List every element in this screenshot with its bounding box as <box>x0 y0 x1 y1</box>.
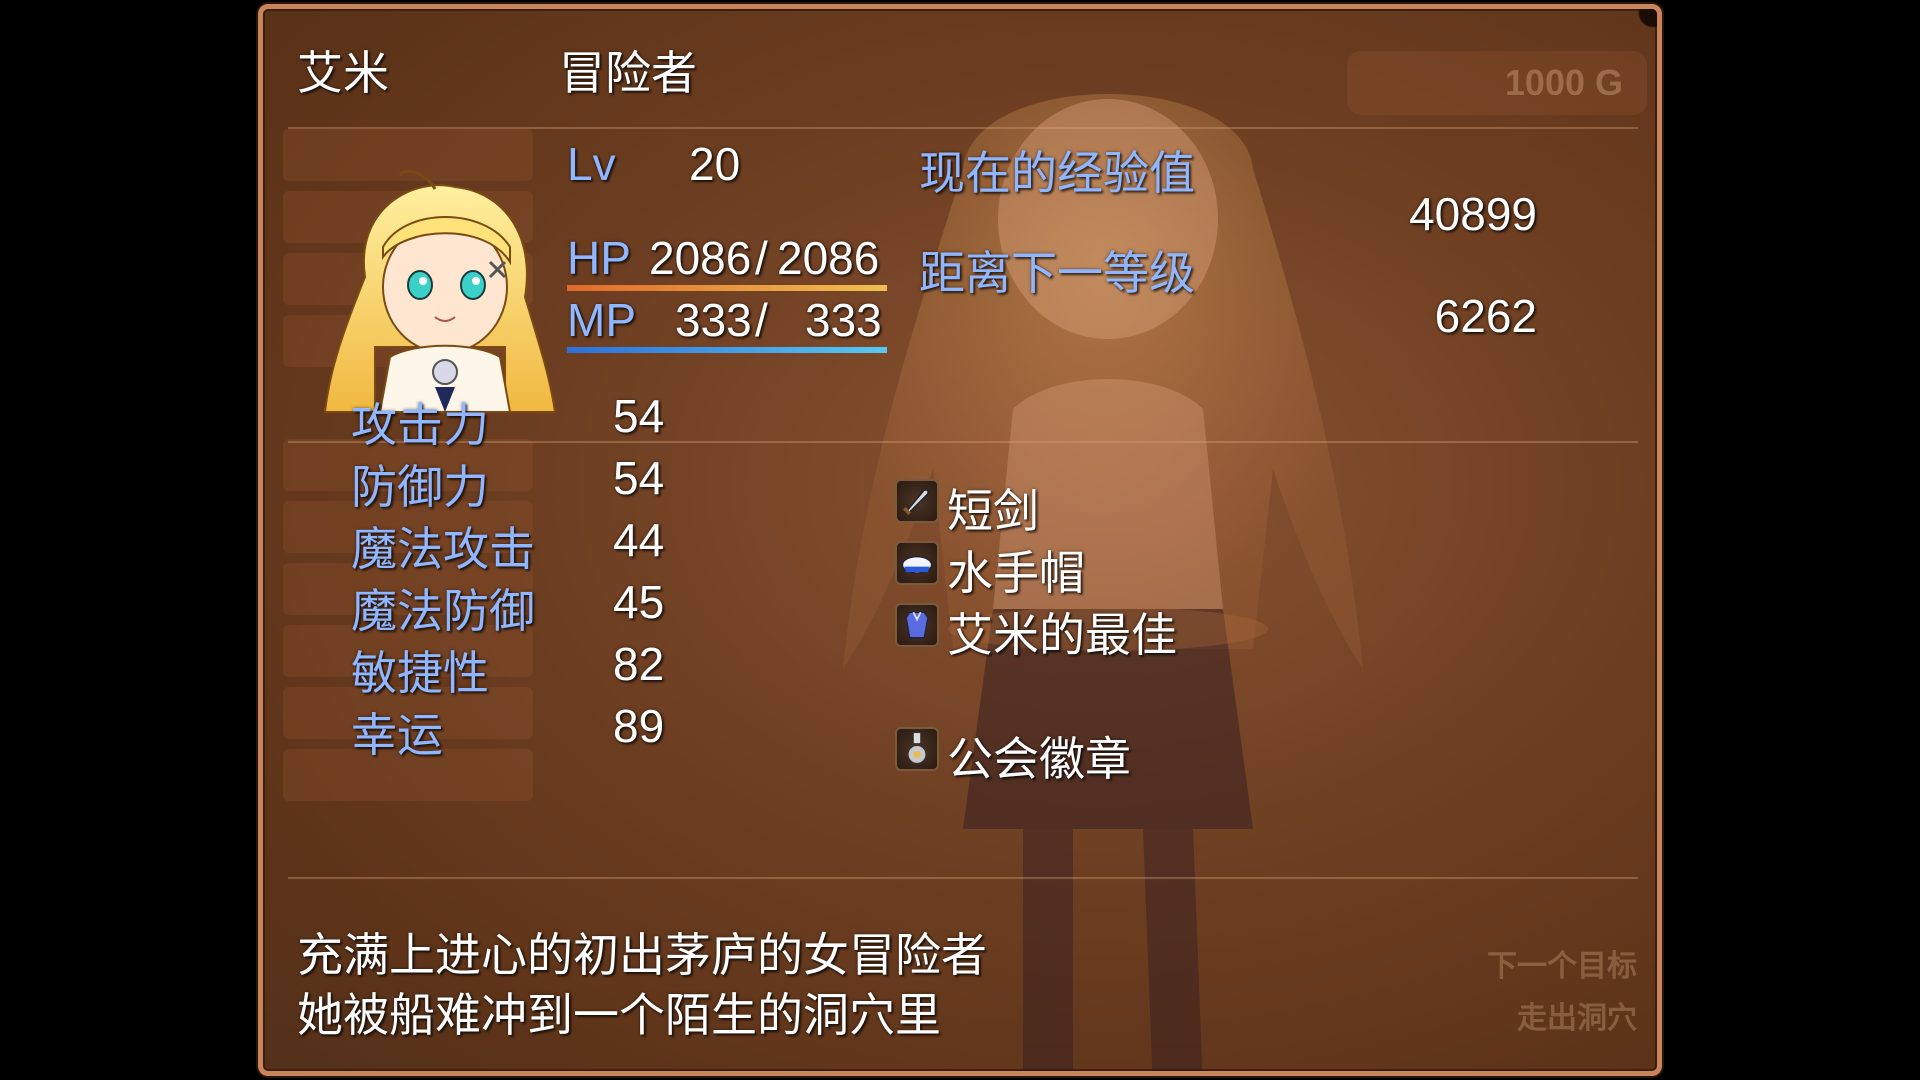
next-level-exp-label: 距离下一等级 <box>919 246 1195 300</box>
outfit-icon <box>895 603 939 647</box>
stat-value: 82 <box>613 638 665 690</box>
stat-label: 敏捷性 <box>351 646 489 700</box>
guild-badge-icon <box>895 727 939 771</box>
equipment-name: 短剑 <box>947 484 1039 538</box>
character-class: 冒险者 <box>559 46 697 100</box>
mp-max: 333 <box>805 294 882 346</box>
game-screen: 1000 G 下一个目标 走出洞穴 艾米 冒险者 Lv 20 HP 2086 /… <box>0 0 1920 1080</box>
mp-gauge-fill <box>567 347 887 353</box>
mp-separator: / <box>755 294 768 346</box>
mp-gauge-track <box>567 347 887 353</box>
divider <box>288 877 1638 879</box>
stat-value: 54 <box>613 390 665 442</box>
hp-separator: / <box>755 232 768 284</box>
current-exp-label: 现在的经验值 <box>919 146 1195 200</box>
status-window: 1000 G 下一个目标 走出洞穴 艾米 冒险者 Lv 20 HP 2086 /… <box>258 4 1662 1076</box>
background-gold-display: 1000 G <box>1347 51 1647 115</box>
sailor-hat-icon <box>895 541 939 585</box>
stat-value: 44 <box>613 514 665 566</box>
character-description-line-1: 充满上进心的初出茅庐的女冒险者 <box>297 928 987 982</box>
stat-value: 54 <box>613 452 665 504</box>
next-level-exp-value: 6262 <box>1434 290 1537 342</box>
hp-current: 2086 <box>649 232 752 284</box>
mp-current: 333 <box>675 294 752 346</box>
hp-gauge: HP 2086 / 2086 <box>567 231 887 291</box>
background-next-goal-label: 下一个目标 <box>1487 949 1637 984</box>
hp-gauge-track <box>567 285 887 291</box>
character-portrait <box>323 169 557 413</box>
level-value: 20 <box>689 138 741 190</box>
divider <box>288 127 1638 129</box>
background-next-goal-value: 走出洞穴 <box>1517 1001 1637 1036</box>
equipment-name: 艾米的最佳 <box>947 608 1177 662</box>
mp-gauge: MP 333 / 333 <box>567 293 887 353</box>
stat-label: 魔法防御 <box>351 584 535 638</box>
stat-label: 魔法攻击 <box>351 522 535 576</box>
level-label: Lv <box>567 138 616 190</box>
hp-gauge-fill <box>567 285 887 291</box>
equipment-name: 水手帽 <box>947 546 1085 600</box>
hp-max: 2086 <box>777 232 880 284</box>
character-name: 艾米 <box>297 46 389 100</box>
dagger-icon <box>895 479 939 523</box>
stat-value: 45 <box>613 576 665 628</box>
character-description-line-2: 她被船难冲到一个陌生的洞穴里 <box>297 988 941 1042</box>
stat-label: 防御力 <box>351 460 489 514</box>
stat-label: 攻击力 <box>351 398 489 452</box>
current-exp-value: 40899 <box>1409 188 1537 240</box>
divider <box>288 441 1638 443</box>
hp-label: HP <box>567 232 631 284</box>
stat-value: 89 <box>613 700 665 752</box>
equipment-name: 公会徽章 <box>947 732 1131 786</box>
mp-label: MP <box>567 294 636 346</box>
stat-label: 幸运 <box>351 708 443 762</box>
